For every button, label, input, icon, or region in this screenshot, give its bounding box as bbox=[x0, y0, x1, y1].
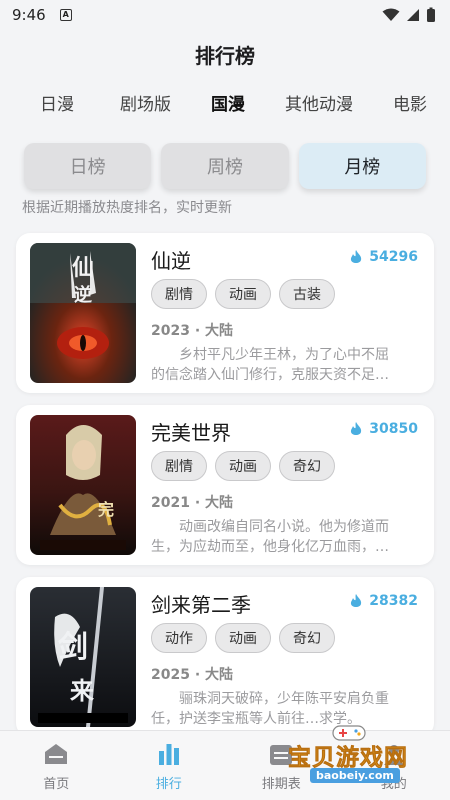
ranking-card[interactable]: 剑 来 剑来第二季 28382 动作 动画 奇幻 2025 · 大陆 骊珠洞天破… bbox=[16, 577, 434, 737]
ranking-card[interactable]: 仙 逆 仙逆 54296 剧情 动画 古装 2023 · 大陆 乡村平凡少年王林… bbox=[16, 233, 434, 393]
period-weekly-button[interactable]: 周榜 bbox=[161, 143, 289, 189]
period-selector: 日榜 周榜 月榜 bbox=[24, 143, 426, 189]
card-title: 完美世界 bbox=[151, 421, 231, 445]
home-icon bbox=[45, 744, 68, 764]
tab-other-anime[interactable]: 其他动漫 bbox=[285, 90, 353, 134]
card-title: 剑来第二季 bbox=[151, 593, 251, 617]
svg-text:来: 来 bbox=[70, 677, 95, 705]
status-bar: 9:46 A bbox=[0, 0, 450, 30]
svg-text:仙: 仙 bbox=[72, 255, 94, 281]
tab-juchangban[interactable]: 剧场版 bbox=[120, 90, 171, 134]
bar-chart-icon bbox=[158, 744, 179, 765]
nav-ranking[interactable]: 排行 bbox=[113, 731, 226, 800]
genre-tag[interactable]: 动画 bbox=[215, 279, 271, 309]
year-region: 2021 · 大陆 bbox=[151, 495, 234, 511]
watermark-url: baobeiy.com bbox=[310, 768, 400, 783]
tag-list: 剧情 动画 古装 bbox=[151, 279, 335, 309]
svg-text:剑: 剑 bbox=[58, 630, 88, 665]
year-region: 2025 · 大陆 bbox=[151, 667, 234, 683]
wifi-icon bbox=[382, 8, 400, 21]
heat-count: 54296 bbox=[349, 249, 418, 265]
heat-value: 54296 bbox=[369, 249, 418, 265]
genre-tag[interactable]: 奇幻 bbox=[279, 623, 335, 653]
watermark-logo: 宝贝游戏网 baobeiy.com bbox=[280, 725, 430, 796]
card-title: 仙逆 bbox=[151, 249, 191, 273]
description-line: 任，护送李宝瓶等人前往…求学。 bbox=[151, 711, 361, 727]
poster-image: 剑 来 bbox=[30, 587, 136, 727]
genre-tag[interactable]: 动画 bbox=[215, 623, 271, 653]
genre-tag[interactable]: 剧情 bbox=[151, 451, 207, 481]
page-title: 排行榜 bbox=[195, 44, 255, 68]
genre-tag[interactable]: 动画 bbox=[215, 451, 271, 481]
genre-tag[interactable]: 剧情 bbox=[151, 279, 207, 309]
period-daily-button[interactable]: 日榜 bbox=[24, 143, 152, 189]
heat-value: 30850 bbox=[369, 421, 418, 437]
description: 动画改编自同名小说。他为修道而 生，为应劫而至，他身化亿万血雨，… bbox=[151, 517, 419, 557]
heat-count: 30850 bbox=[349, 421, 418, 437]
heat-count: 28382 bbox=[349, 593, 418, 609]
status-icons bbox=[382, 7, 436, 23]
battery-icon bbox=[427, 7, 435, 22]
nav-ranking-label: 排行 bbox=[155, 777, 182, 792]
description-line: 乡村平凡少年王林，为了心中不屈 bbox=[179, 347, 389, 363]
poster-image: 仙 逆 bbox=[30, 243, 136, 383]
description: 乡村平凡少年王林，为了心中不屈 的信念踏入仙门修行，克服天资不足… bbox=[151, 345, 419, 385]
flame-icon bbox=[351, 250, 362, 263]
description-line: 动画改编自同名小说。他为修道而 bbox=[179, 519, 389, 535]
tab-guomang[interactable]: 国漫 bbox=[211, 90, 245, 134]
description-line: 骊珠洞天破碎，少年陈平安肩负重 bbox=[179, 691, 389, 707]
svg-text:逆: 逆 bbox=[74, 284, 92, 306]
tag-list: 剧情 动画 奇幻 bbox=[151, 451, 335, 481]
year-region: 2023 · 大陆 bbox=[151, 323, 234, 339]
flame-icon bbox=[351, 422, 362, 435]
tab-rimang[interactable]: 日漫 bbox=[40, 90, 74, 134]
svg-text:完: 完 bbox=[98, 500, 114, 519]
status-time: 9:46 bbox=[12, 6, 46, 24]
genre-tag[interactable]: 动作 bbox=[151, 623, 207, 653]
nav-home[interactable]: 首页 bbox=[0, 731, 113, 800]
period-monthly-button[interactable]: 月榜 bbox=[298, 143, 426, 189]
category-tabs: 日漫 剧场版 国漫 其他动漫 电影 bbox=[0, 90, 450, 134]
signal-icon bbox=[407, 9, 419, 21]
description: 骊珠洞天破碎，少年陈平安肩负重 任，护送李宝瓶等人前往…求学。 bbox=[151, 689, 419, 729]
flame-icon bbox=[351, 594, 362, 607]
ranking-card[interactable]: 完 完美世界 30850 剧情 动画 奇幻 2021 · 大陆 动画改编自同名小… bbox=[16, 405, 434, 565]
genre-tag[interactable]: 古装 bbox=[279, 279, 335, 309]
poster-image: 完 bbox=[30, 415, 136, 555]
ranking-hint: 根据近期播放热度排名，实时更新 bbox=[22, 200, 232, 216]
heat-value: 28382 bbox=[369, 593, 418, 609]
tab-movie[interactable]: 电影 bbox=[393, 90, 427, 134]
watermark-text: 宝贝游戏网 bbox=[288, 745, 408, 772]
nav-home-label: 首页 bbox=[43, 777, 70, 792]
notification-icon: A bbox=[59, 9, 72, 21]
tag-list: 动作 动画 奇幻 bbox=[151, 623, 335, 653]
description-line: 生，为应劫而至，他身化亿万血雨，… bbox=[151, 539, 389, 555]
description-line: 的信念踏入仙门修行，克服天资不足… bbox=[151, 367, 389, 383]
genre-tag[interactable]: 奇幻 bbox=[279, 451, 335, 481]
